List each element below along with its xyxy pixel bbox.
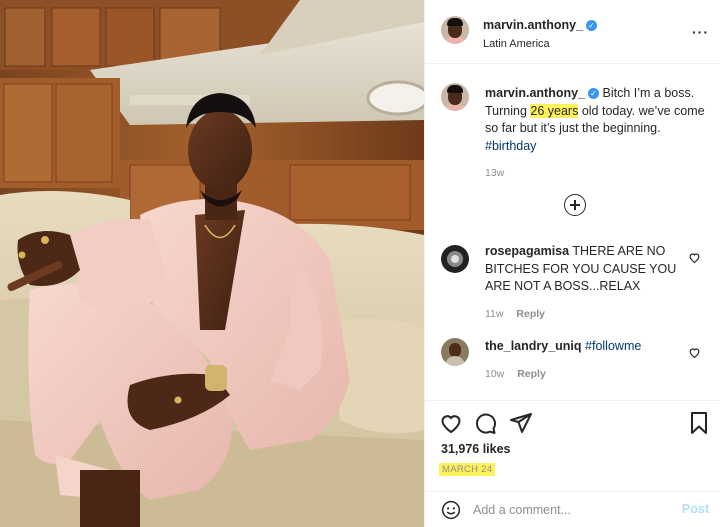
like-count[interactable]: 31,976 likes bbox=[441, 442, 511, 456]
author-avatar[interactable] bbox=[441, 16, 469, 44]
comment-composer: Post bbox=[425, 491, 720, 527]
caption-avatar[interactable] bbox=[441, 83, 469, 111]
comment-time: 11w bbox=[485, 307, 504, 320]
reply-button[interactable]: Reply bbox=[516, 308, 545, 320]
caption-username[interactable]: marvin.anthony_ bbox=[485, 86, 585, 100]
bookmark-icon[interactable] bbox=[687, 411, 711, 435]
comment-bubble-icon[interactable] bbox=[473, 411, 497, 435]
post-date: MARCH 24 bbox=[439, 463, 496, 476]
paper-plane-icon[interactable] bbox=[509, 411, 533, 435]
caption-time: 13w bbox=[485, 167, 505, 179]
post-location[interactable]: Latin America bbox=[483, 38, 597, 50]
reply-button[interactable]: Reply bbox=[517, 368, 546, 380]
post-header: marvin.anthony_ ✓ Latin America ··· bbox=[425, 0, 720, 64]
comment-item: rosepagamisa THERE ARE NO BITCHES FOR YO… bbox=[485, 243, 685, 323]
verified-badge-icon: ✓ bbox=[588, 88, 600, 99]
more-options-icon[interactable]: ··· bbox=[692, 24, 709, 40]
comment-item: the_landry_uniq #followme 10w Reply bbox=[485, 338, 685, 383]
plus-circle-icon[interactable] bbox=[564, 194, 586, 216]
add-comment-input[interactable] bbox=[473, 498, 673, 522]
comment-text[interactable]: #followme bbox=[585, 339, 641, 353]
post-sidebar: marvin.anthony_ ✓ Latin America ··· marvi… bbox=[424, 0, 720, 527]
post-actions: 31,976 likes MARCH 24 bbox=[425, 400, 720, 490]
heart-icon[interactable] bbox=[688, 346, 701, 359]
heart-icon[interactable] bbox=[439, 411, 463, 435]
comments-section: marvin.anthony_ ✓ Bitch I’m a boss. Turni… bbox=[425, 65, 720, 400]
smiley-icon[interactable] bbox=[441, 500, 461, 520]
comment-avatar[interactable] bbox=[441, 338, 469, 366]
comment-username[interactable]: the_landry_uniq bbox=[485, 339, 582, 353]
post-photo[interactable] bbox=[0, 0, 424, 527]
author-username[interactable]: marvin.anthony_ bbox=[483, 18, 583, 32]
heart-icon[interactable] bbox=[688, 251, 701, 264]
author-info: marvin.anthony_ ✓ Latin America bbox=[483, 16, 598, 50]
comment-avatar[interactable] bbox=[441, 245, 469, 273]
caption-hashtag[interactable]: #birthday bbox=[485, 139, 536, 153]
post-caption: marvin.anthony_ ✓ Bitch I’m a boss. Turni… bbox=[485, 85, 711, 183]
comment-time: 10w bbox=[485, 367, 505, 380]
comment-username[interactable]: rosepagamisa bbox=[485, 244, 569, 258]
caption-highlight: 26 years bbox=[530, 103, 579, 118]
verified-badge-icon: ✓ bbox=[586, 20, 598, 31]
photo-illustration bbox=[0, 0, 424, 527]
post-comment-button[interactable]: Post bbox=[682, 502, 709, 516]
